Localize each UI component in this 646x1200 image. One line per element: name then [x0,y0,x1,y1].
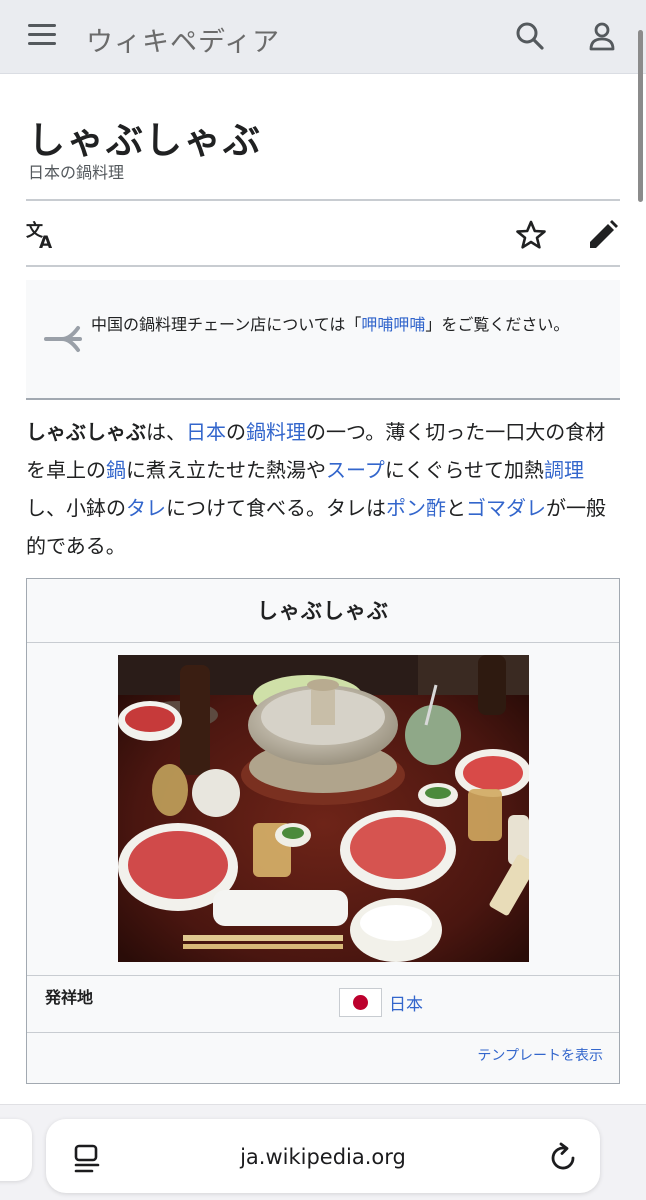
lead-text: に煮え立たせた熱湯や [126,458,326,482]
svg-text:A: A [39,233,53,252]
japan-flag-icon[interactable] [339,988,382,1017]
origin-label: 発祥地 [45,988,94,1007]
show-template-link[interactable]: テンプレートを表示 [477,1045,603,1065]
disambiguation-icon [42,322,86,356]
search-icon[interactable] [514,20,546,52]
link-nabe[interactable]: 鍋料理 [246,420,306,444]
link-soup[interactable]: スープ [326,458,385,482]
lead-paragraph: しゃぶしゃぶは、日本の鍋料理の一つ。薄く切った一口大の食材を卓上の鍋に煮え立たせ… [26,413,620,565]
browser-bottom-bar: ja.wikipedia.org [0,1104,646,1200]
divider [26,199,620,201]
link-gomadare[interactable]: ゴマダレ [466,496,546,520]
infobox-origin-row: 発祥地 日本 [27,975,619,1033]
hatnote-text-after: 」をご覧ください。 [425,315,570,334]
divider [26,265,620,267]
lead-text: にくぐらせて加熱 [384,458,545,482]
star-icon[interactable] [514,218,548,252]
link-ponzu[interactable]: ポン酢 [386,496,446,520]
page-title: しゃぶしゃぶ [28,118,262,162]
hatnote-text: 中国の鍋料理チェーン店については「呷哺呷哺」をご覧ください。 [91,310,606,340]
link-sauce[interactable]: タレ [126,496,166,520]
lead-text: につけて食べる。タレは [166,496,386,520]
page-subtitle: 日本の鍋料理 [28,163,125,182]
scrollbar[interactable] [638,30,643,202]
lead-text: の [226,420,246,444]
link-cooking[interactable]: 調理 [544,458,584,482]
menu-icon[interactable] [28,24,56,48]
lead-text: は、 [146,420,186,444]
link-pot[interactable]: 鍋 [106,458,126,482]
language-icon[interactable]: 文 A [26,218,60,253]
infobox-photo[interactable] [118,655,529,962]
address-bar[interactable]: ja.wikipedia.org [46,1119,600,1193]
hatnote: 中国の鍋料理チェーン店については「呷哺呷哺」をご覧ください。 [26,280,620,400]
hatnote-link[interactable]: 呷哺呷哺 [361,315,425,334]
url-text[interactable]: ja.wikipedia.org [46,1145,600,1169]
pencil-icon[interactable] [586,218,620,252]
user-icon[interactable] [586,20,618,52]
wikipedia-logo[interactable]: ウィキペディア [86,20,280,59]
lead-term: しゃぶしゃぶ [26,420,146,444]
infobox: しゃぶしゃぶ 発祥地 日本 テンプレートを表示 [26,578,620,1084]
previous-tab[interactable] [0,1119,32,1181]
lead-text: し、小鉢の [26,496,126,520]
hatnote-text-before: 中国の鍋料理チェーン店については「 [91,315,362,334]
infobox-title: しゃぶしゃぶ [27,579,619,643]
lead-text: と [446,496,466,520]
link-japan[interactable]: 日本 [186,420,226,444]
top-header: ウィキペディア [0,0,646,74]
origin-link[interactable]: 日本 [389,990,423,1015]
reload-icon[interactable] [546,1141,580,1175]
